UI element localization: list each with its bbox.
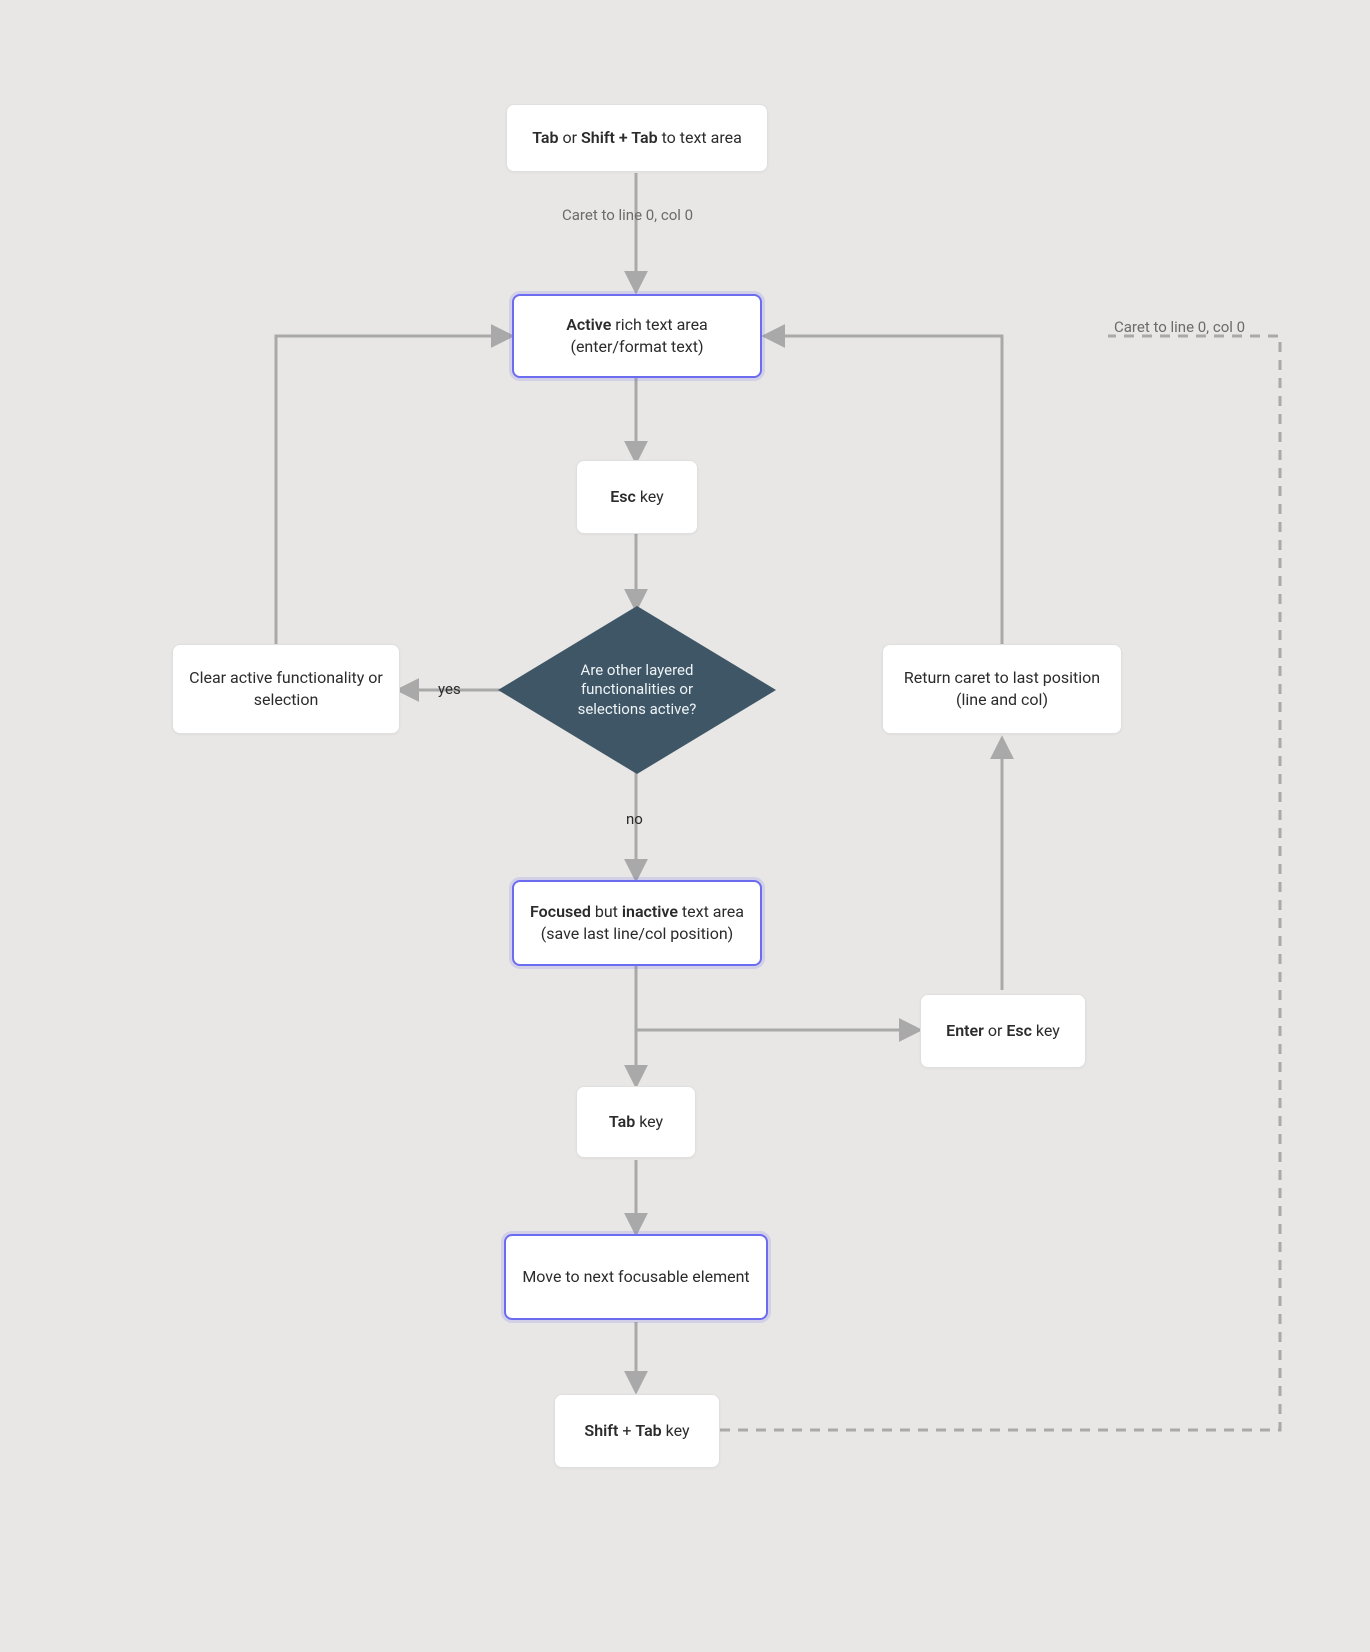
text: (save last line/col position) xyxy=(541,924,733,943)
text: + xyxy=(618,1421,635,1440)
text: selections active? xyxy=(578,700,697,718)
text: Shift xyxy=(584,1421,618,1440)
text: Tab xyxy=(532,128,558,147)
node-clear: Clear active functionality or selection xyxy=(172,644,400,734)
edge-label-no: no xyxy=(626,810,643,828)
text: Focused xyxy=(530,902,591,921)
edge-label-caret: Caret to line 0, col 0 xyxy=(562,206,693,224)
text: (enter/format text) xyxy=(570,337,703,356)
text: text area xyxy=(678,902,744,921)
node-esc: Esc key xyxy=(576,460,698,534)
text: Active xyxy=(566,315,611,334)
text: Esc xyxy=(1006,1021,1032,1040)
text: key xyxy=(635,1112,663,1131)
node-tab: Tab key xyxy=(576,1086,696,1158)
text: Enter xyxy=(946,1021,984,1040)
text: Clear active functionality or selection xyxy=(189,667,383,710)
text: Esc xyxy=(610,487,636,506)
text: rich text area xyxy=(611,315,707,334)
node-return: Return caret to last position (line and … xyxy=(882,644,1122,734)
text: key xyxy=(662,1421,690,1440)
text: Are other layered xyxy=(581,661,694,679)
flowchart: Tab or Shift + Tab to text area Caret to… xyxy=(0,0,1370,1652)
text: functionalities or xyxy=(581,680,693,698)
text: key xyxy=(1032,1021,1060,1040)
text: key xyxy=(636,487,664,506)
text: or xyxy=(984,1021,1006,1040)
edge-label-yes: yes xyxy=(438,680,461,698)
text: Return caret to last position xyxy=(904,668,1100,687)
node-move-next: Move to next focusable element xyxy=(504,1234,768,1320)
node-start: Tab or Shift + Tab to text area xyxy=(506,104,768,172)
node-focused: Focused but inactive text area (save las… xyxy=(512,880,762,966)
text: Tab xyxy=(609,1112,635,1131)
edge-label-caret-2: Caret to line 0, col 0 xyxy=(1114,318,1245,336)
text: but xyxy=(591,902,622,921)
text: Tab xyxy=(635,1421,661,1440)
text: Shift + Tab xyxy=(581,128,658,147)
text: or xyxy=(559,128,581,147)
text: (line and col) xyxy=(956,690,1048,709)
text: inactive xyxy=(622,902,678,921)
text: to text area xyxy=(658,128,742,147)
text: Move to next focusable element xyxy=(522,1266,749,1288)
node-active: Active rich text area (enter/format text… xyxy=(512,294,762,378)
node-shift-tab: Shift + Tab key xyxy=(554,1394,720,1468)
node-enter-esc: Enter or Esc key xyxy=(920,994,1086,1068)
node-decision: Are other layered functionalities or sel… xyxy=(528,646,746,734)
